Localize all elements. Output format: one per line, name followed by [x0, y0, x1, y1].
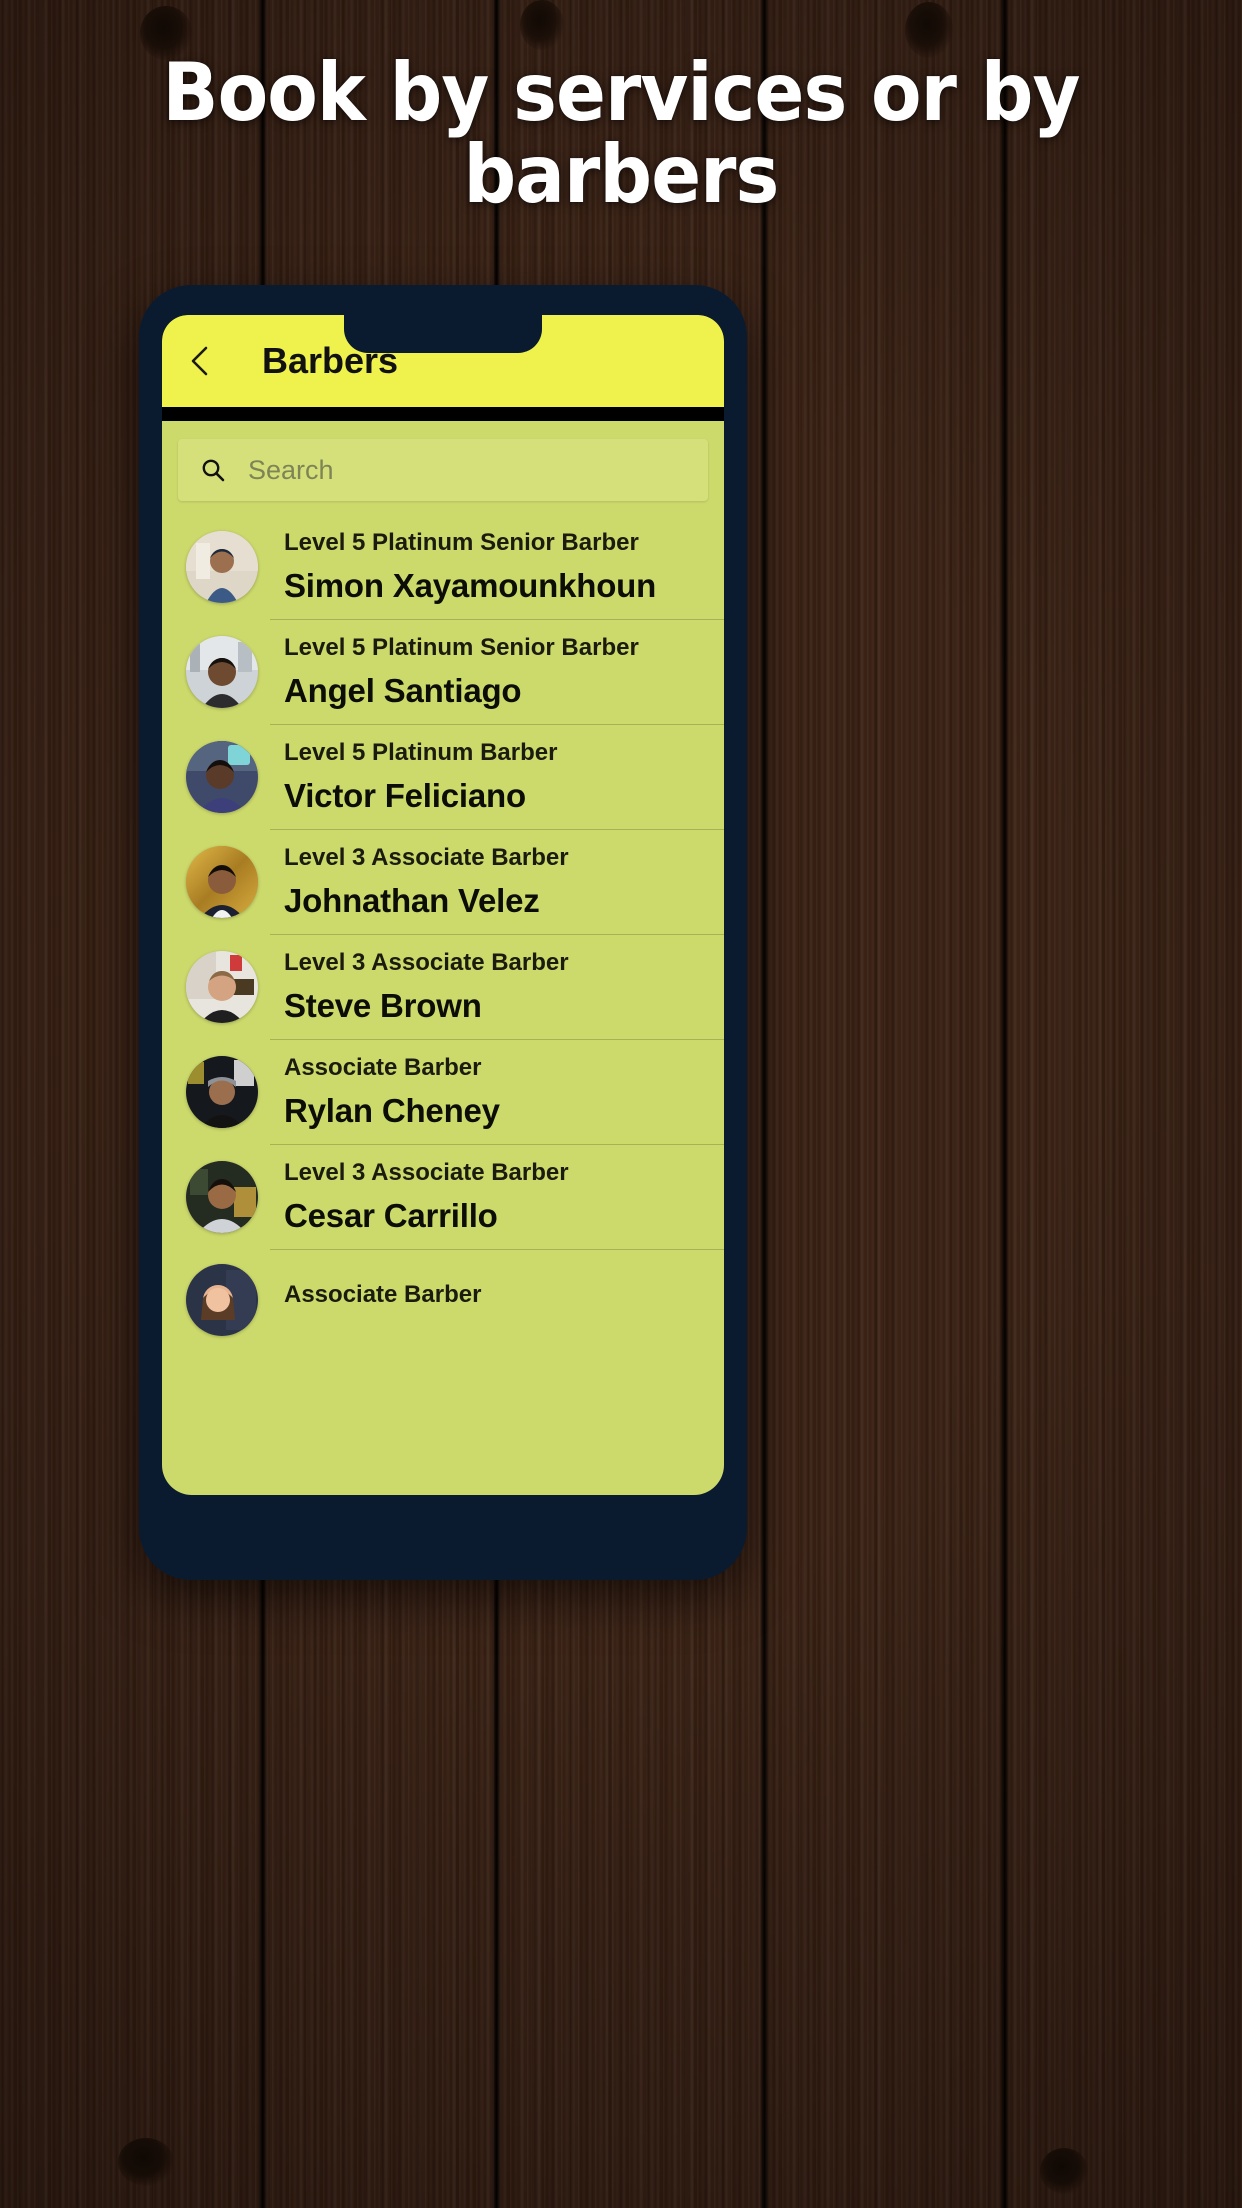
- barber-name: Steve Brown: [284, 987, 482, 1024]
- status-divider: [162, 407, 724, 421]
- barber-level: Level 5 Platinum Senior Barber: [284, 529, 639, 556]
- barber-name: Rylan Cheney: [284, 1092, 500, 1129]
- barber-level: Associate Barber: [284, 1054, 482, 1081]
- barbers-screen: Search Level 5 Platinum Senior Barber Si…: [162, 421, 724, 1495]
- avatar: [186, 1056, 258, 1128]
- barber-name: Johnathan Velez: [284, 882, 540, 919]
- barber-info: Level 5 Platinum Senior Barber Angel San…: [284, 634, 639, 710]
- barber-level: Level 3 Associate Barber: [284, 844, 569, 871]
- barber-info: Associate Barber Rylan Cheney: [284, 1054, 500, 1130]
- barber-list-item[interactable]: Level 5 Platinum Senior Barber Simon Xay…: [162, 515, 724, 619]
- barber-list-item[interactable]: Level 3 Associate Barber Steve Brown: [162, 935, 724, 1039]
- barber-name: Angel Santiago: [284, 672, 522, 709]
- avatar: [186, 1264, 258, 1336]
- barber-list-item[interactable]: Level 5 Platinum Senior Barber Angel San…: [162, 620, 724, 724]
- avatar: [186, 846, 258, 918]
- barber-list-item[interactable]: Associate Barber Rylan Cheney: [162, 1040, 724, 1144]
- barber-info: Level 3 Associate Barber Johnathan Velez: [284, 844, 569, 920]
- avatar: [186, 1161, 258, 1233]
- phone-notch: [344, 315, 542, 353]
- barber-level: Associate Barber: [284, 1281, 482, 1308]
- barber-name: Simon Xayamounkhoun: [284, 567, 657, 604]
- barber-info: Associate Barber: [284, 1281, 481, 1319]
- barber-level: Level 5 Platinum Senior Barber: [284, 634, 639, 661]
- barber-list-item[interactable]: Level 3 Associate Barber Johnathan Velez: [162, 830, 724, 934]
- search-container: Search: [162, 421, 724, 515]
- avatar: [186, 951, 258, 1023]
- barber-info: Level 3 Associate Barber Steve Brown: [284, 949, 569, 1025]
- phone-mockup: Barbers Search Level 5 Platinum Senior B…: [139, 285, 747, 1580]
- barber-name: Cesar Carrillo: [284, 1197, 498, 1234]
- barber-list-item[interactable]: Level 3 Associate Barber Cesar Carrillo: [162, 1145, 724, 1249]
- barber-name: Victor Feliciano: [284, 777, 526, 814]
- barber-level: Level 3 Associate Barber: [284, 1159, 569, 1186]
- page-headline: Book by services or by barbers: [162, 46, 1080, 222]
- avatar: [186, 636, 258, 708]
- barber-list: Level 5 Platinum Senior Barber Simon Xay…: [162, 515, 724, 1350]
- phone-screen: Barbers Search Level 5 Platinum Senior B…: [162, 315, 724, 1495]
- barber-info: Level 5 Platinum Senior Barber Simon Xay…: [284, 529, 656, 605]
- avatar: [186, 741, 258, 813]
- search-placeholder: Search: [248, 454, 334, 485]
- chevron-left-icon[interactable]: [184, 344, 218, 378]
- barber-level: Level 5 Platinum Barber: [284, 739, 558, 766]
- app-navbar: Barbers: [162, 315, 724, 407]
- barber-info: Level 3 Associate Barber Cesar Carrillo: [284, 1159, 569, 1235]
- barber-info: Level 5 Platinum Barber Victor Feliciano: [284, 739, 557, 815]
- barber-level: Level 3 Associate Barber: [284, 949, 569, 976]
- search-input[interactable]: Search: [178, 439, 708, 501]
- search-icon: [200, 457, 226, 483]
- avatar: [186, 531, 258, 603]
- barber-list-item[interactable]: Associate Barber: [162, 1250, 724, 1350]
- barber-list-item[interactable]: Level 5 Platinum Barber Victor Feliciano: [162, 725, 724, 829]
